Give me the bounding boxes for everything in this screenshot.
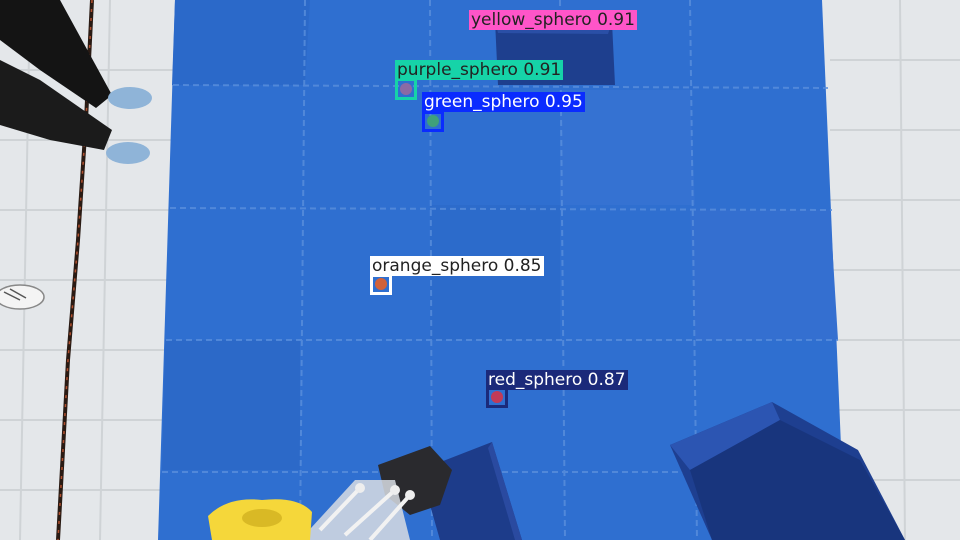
red-sphero-confidence: 0.87 bbox=[587, 370, 626, 390]
red-sphero-bounding-box bbox=[486, 387, 508, 408]
orange-sphero-class: orange_sphero bbox=[372, 256, 499, 276]
yellow-sphero-label: yellow_sphero 0.91 bbox=[469, 10, 637, 30]
green-sphero-class: green_sphero bbox=[424, 92, 540, 112]
yellow-sphero-confidence: 0.91 bbox=[597, 10, 635, 30]
green-sphero-label: green_sphero 0.95 bbox=[422, 92, 585, 112]
orange-sphero-label: orange_sphero 0.85 bbox=[370, 256, 544, 276]
orange-sphero-confidence: 0.85 bbox=[503, 256, 542, 276]
red-sphero-class: red_sphero bbox=[488, 370, 583, 390]
sneaker bbox=[0, 284, 45, 310]
orange-sphero-bounding-box bbox=[370, 274, 392, 295]
purple-sphero-bounding-box bbox=[395, 78, 417, 100]
green-sphero-bounding-box bbox=[422, 111, 444, 132]
purple-sphero-confidence: 0.91 bbox=[523, 60, 562, 80]
purple-sphero-label: purple_sphero 0.91 bbox=[395, 60, 564, 80]
red-sphero-label: red_sphero 0.87 bbox=[486, 370, 628, 390]
purple-sphero-class: purple_sphero bbox=[397, 60, 518, 80]
yellow-sphero-class: yellow_sphero bbox=[471, 10, 592, 30]
green-sphero-confidence: 0.95 bbox=[544, 92, 583, 112]
